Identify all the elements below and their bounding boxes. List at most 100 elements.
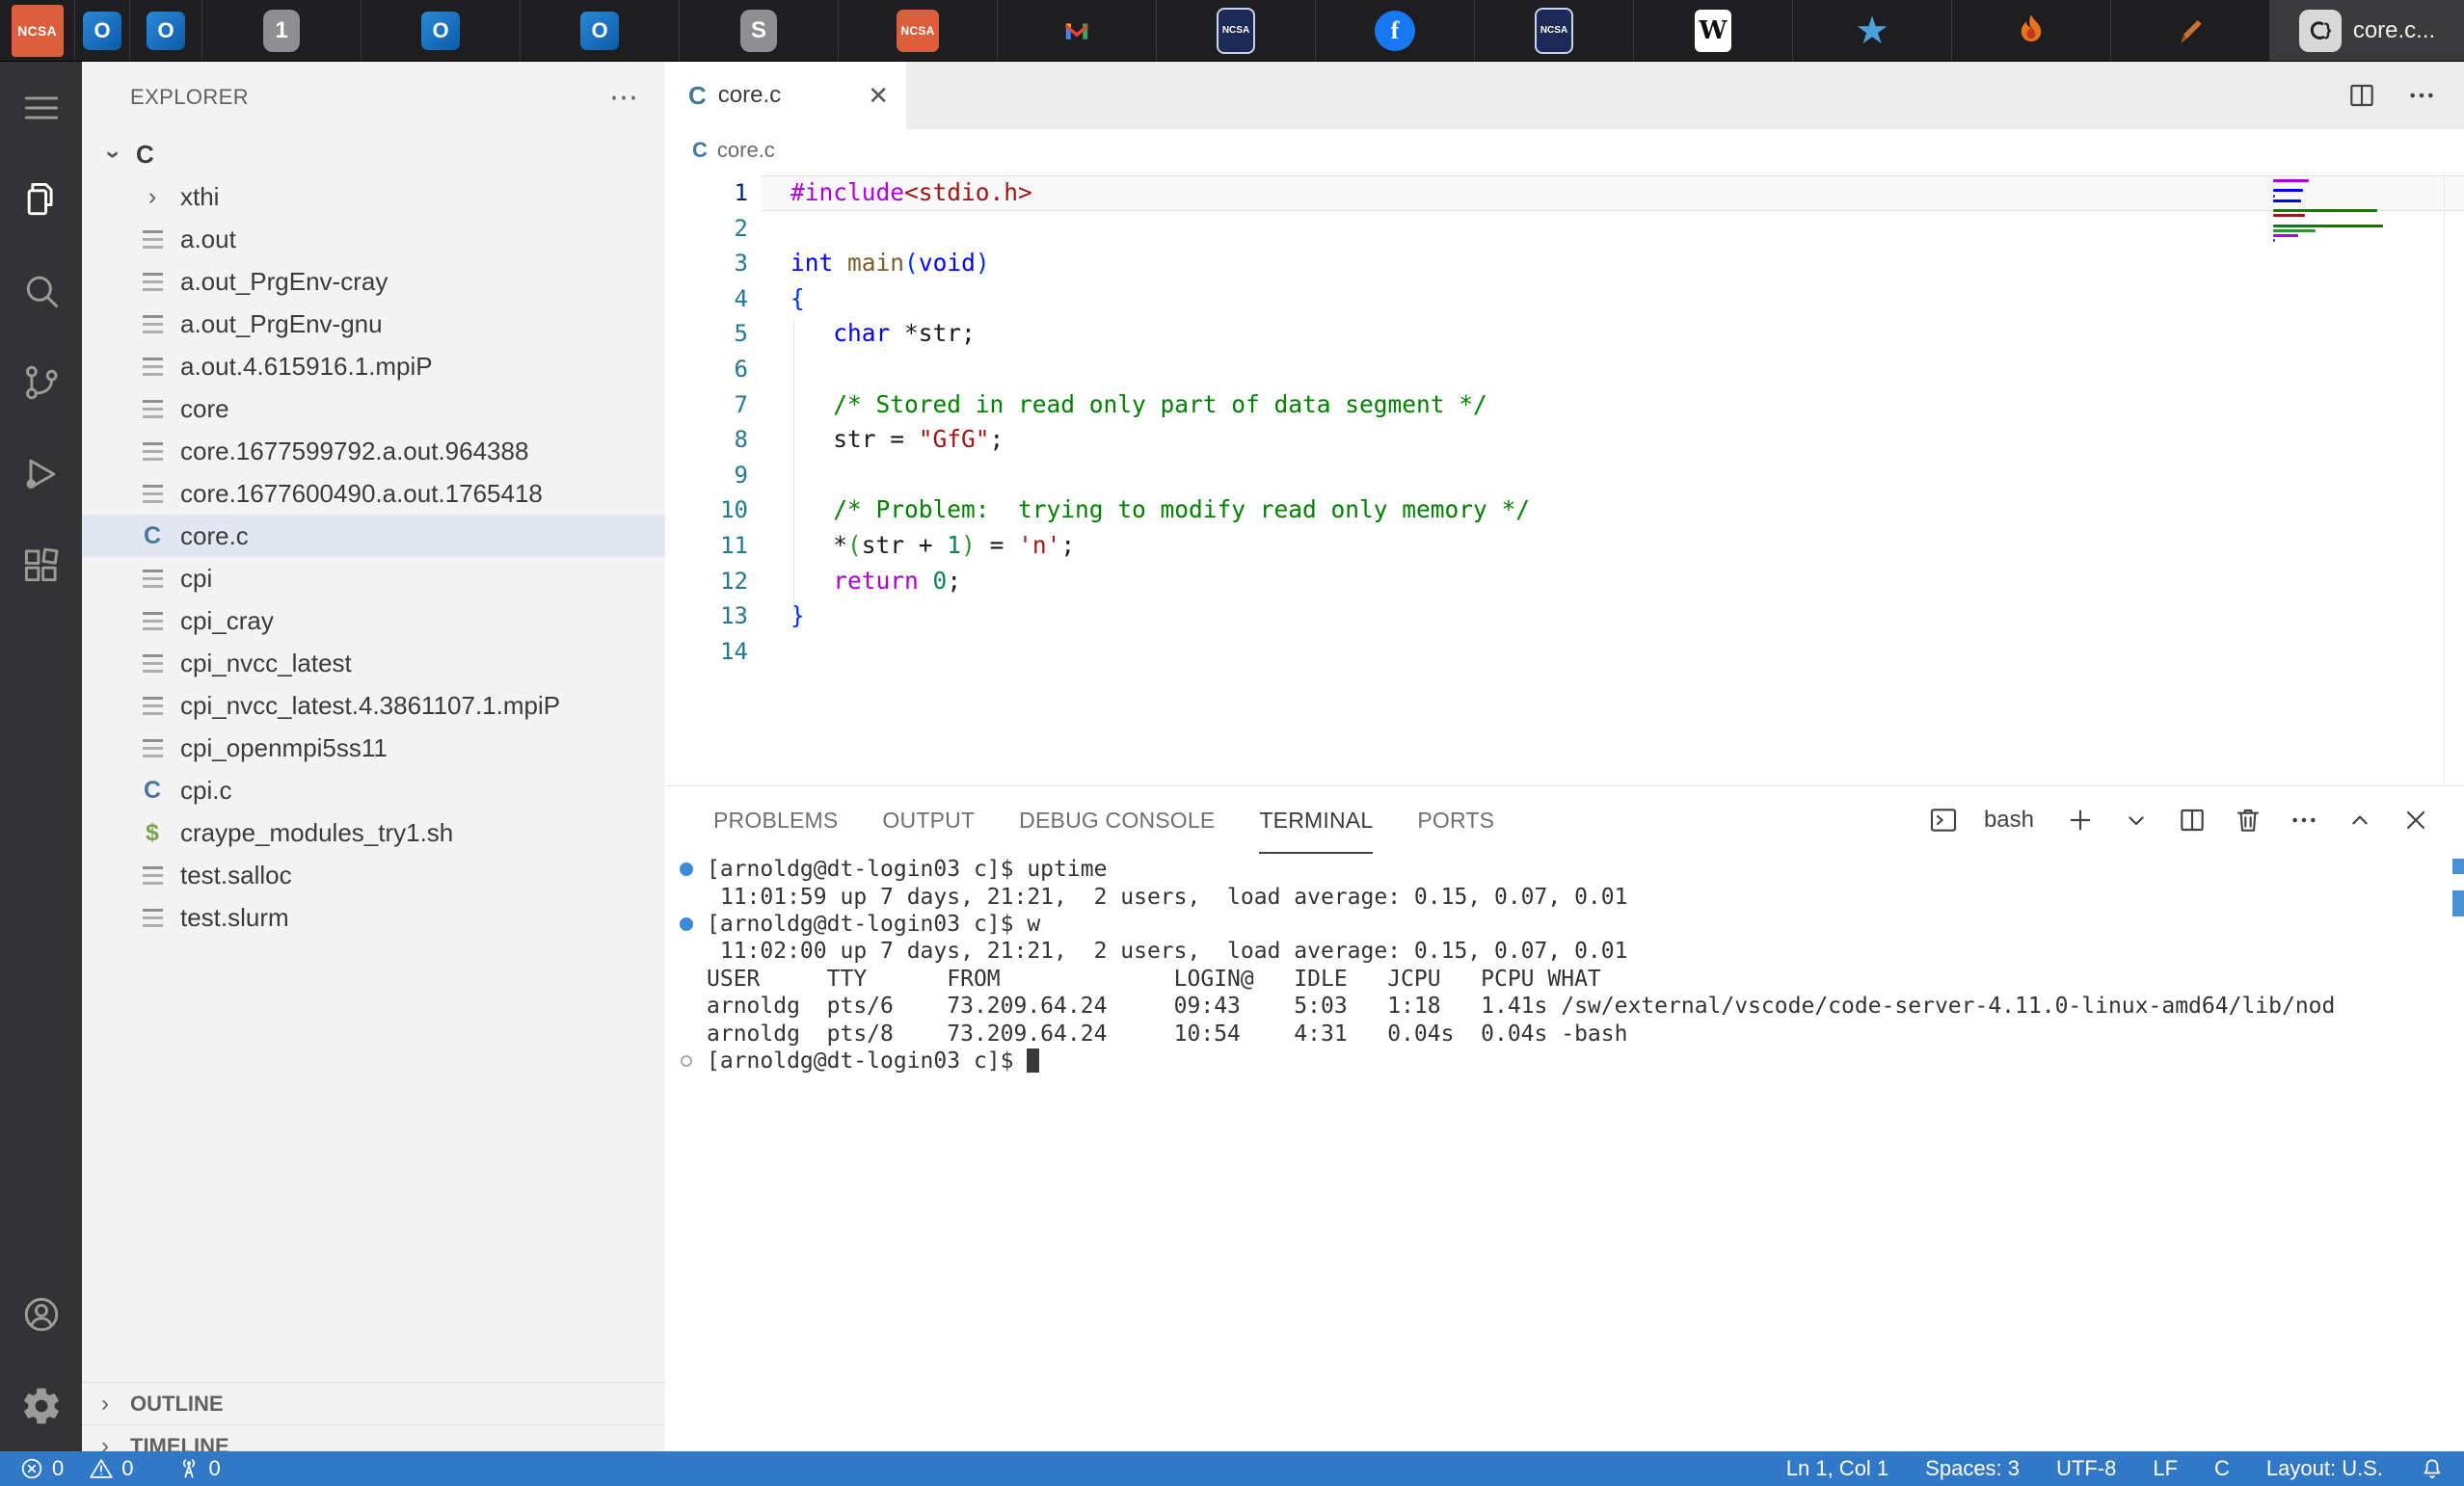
browser-tab-active[interactable]: core.c...: [2270, 0, 2464, 61]
browser-pinned-tab[interactable]: [2111, 0, 2270, 61]
file-item-test.slurm[interactable]: test.slurm: [82, 896, 665, 939]
browser-pinned-tab[interactable]: [1952, 0, 2111, 61]
generic-file-icon: [138, 566, 167, 591]
file-item-cpi[interactable]: cpi: [82, 557, 665, 599]
activity-run-debug-icon[interactable]: [0, 428, 82, 519]
sidebar-section-timeline[interactable]: ›TIMELINE: [82, 1424, 665, 1451]
gmail-favicon: [1057, 15, 1097, 46]
close-icon[interactable]: [2400, 805, 2431, 836]
file-item-craype_modules_try1.sh[interactable]: $craype_modules_try1.sh: [82, 811, 665, 854]
file-item-a.out[interactable]: a.out: [82, 218, 665, 260]
status-spaces-3[interactable]: Spaces: 3: [1925, 1456, 2020, 1481]
browser-pinned-tab[interactable]: W: [1634, 0, 1793, 61]
terminal-line: arnoldg pts/8 73.209.64.24 10:54 4:31 0.…: [665, 1020, 2464, 1047]
sidebar-section-outline[interactable]: ›OUTLINE: [82, 1382, 665, 1424]
status-c[interactable]: C: [2214, 1456, 2230, 1481]
browser-pinned-tab[interactable]: O: [521, 0, 680, 61]
file-item-cpi_openmpi5ss11[interactable]: cpi_openmpi5ss11: [82, 727, 665, 769]
panel-tab-problems[interactable]: PROBLEMS: [713, 786, 838, 854]
browser-pinned-tab[interactable]: 1: [202, 0, 362, 61]
tree-root-folder[interactable]: ›C: [82, 133, 665, 175]
browser-pinned-tab[interactable]: O: [130, 0, 202, 61]
activity-source-control-icon[interactable]: [0, 336, 82, 428]
browser-tab-title: core.c...: [2353, 17, 2435, 44]
close-icon[interactable]: ✕: [868, 81, 889, 111]
browser-pinned-tab[interactable]: NCSA: [1475, 0, 1634, 61]
editor-tab-label: core.c: [718, 82, 781, 109]
file-item-cpi_cray[interactable]: cpi_cray: [82, 599, 665, 642]
editor-tab-core-c[interactable]: C core.c ✕: [665, 62, 906, 129]
browser-pinned-tab[interactable]: O: [75, 0, 130, 61]
browser-pinned-tab[interactable]: ★: [1793, 0, 1952, 61]
panel-tab-debug-console[interactable]: DEBUG CONSOLE: [1019, 786, 1215, 854]
generic-file-icon: [138, 226, 167, 252]
file-item-a.out.4.615916.1.mpiP[interactable]: a.out.4.615916.1.mpiP: [82, 345, 665, 387]
file-item-core.c[interactable]: Ccore.c: [82, 515, 665, 557]
plus-icon[interactable]: [2065, 805, 2096, 836]
file-item-cpi.c[interactable]: Ccpi.c: [82, 769, 665, 811]
trash-icon[interactable]: [2233, 805, 2263, 836]
file-item-cpi_nvcc_latest[interactable]: cpi_nvcc_latest: [82, 642, 665, 684]
terminal[interactable]: [arnoldg@dt-login03 c]$ uptime 11:01:59 …: [665, 856, 2464, 1452]
more-actions-icon[interactable]: [2406, 80, 2437, 111]
activity-settings-gear-icon[interactable]: [0, 1360, 82, 1451]
browser-pinned-tab[interactable]: O: [362, 0, 521, 61]
status-error[interactable]: 0: [19, 1456, 64, 1481]
status-layout-u-s-[interactable]: Layout: U.S.: [2266, 1456, 2383, 1481]
activity-files-icon[interactable]: [0, 153, 82, 245]
file-item-core.1677599792.a.out.964388[interactable]: core.1677599792.a.out.964388: [82, 430, 665, 472]
status-right-group: Ln 1, Col 1 Spaces: 3 UTF-8 LF C Layout: U.S.: [1750, 1456, 2445, 1481]
minimap[interactable]: [2273, 179, 2398, 250]
line-number: 2: [665, 211, 748, 247]
activity-extensions-icon[interactable]: [0, 519, 82, 611]
status-utf-8[interactable]: UTF-8: [2056, 1456, 2116, 1481]
overview-ruler-border: [2444, 172, 2445, 785]
file-item-test.salloc[interactable]: test.salloc: [82, 854, 665, 896]
activity-search-icon[interactable]: [0, 245, 82, 336]
file-item-a.out_PrgEnv-gnu[interactable]: a.out_PrgEnv-gnu: [82, 303, 665, 345]
more-icon[interactable]: [2289, 805, 2319, 836]
code-text: [762, 634, 2464, 670]
activity-menu-icon[interactable]: [0, 62, 82, 153]
chevron-up-icon[interactable]: [2344, 805, 2375, 836]
terminal-text: [arnoldg@dt-login03 c]$ w: [707, 912, 1040, 937]
file-item-cpi_nvcc_latest.4.3861107.1.mpiP[interactable]: cpi_nvcc_latest.4.3861107.1.mpiP: [82, 684, 665, 727]
shell-label[interactable]: bash: [1984, 807, 2034, 834]
browser-pinned-tab[interactable]: NCSA: [839, 0, 998, 61]
split-editor-icon[interactable]: [2346, 80, 2377, 111]
file-item-xthi[interactable]: ›xthi: [82, 175, 665, 218]
browser-pinned-tab[interactable]: NCSA: [0, 0, 75, 61]
file-item-core.1677600490.a.out.1765418[interactable]: core.1677600490.a.out.1765418: [82, 472, 665, 515]
split-panel-icon[interactable]: [2177, 805, 2208, 836]
activity-account-icon[interactable]: [0, 1268, 82, 1360]
browser-pinned-tab[interactable]: NCSA: [1157, 0, 1316, 61]
status-warning[interactable]: 0: [89, 1456, 133, 1481]
file-label: xthi: [180, 182, 219, 212]
breadcrumb[interactable]: C core.c: [665, 129, 2464, 172]
status-ln-1-col-1[interactable]: Ln 1, Col 1: [1786, 1456, 1888, 1481]
minimap-line: [2273, 179, 2309, 182]
panel-tab-ports[interactable]: PORTS: [1417, 786, 1494, 854]
code-editor[interactable]: 1#include<stdio.h>23int main(void)4{5 ch…: [665, 172, 2464, 785]
file-item-a.out_PrgEnv-cray[interactable]: a.out_PrgEnv-cray: [82, 260, 665, 303]
code-text: str = "GfG";: [762, 422, 2464, 458]
panel-tab-terminal[interactable]: TERMINAL: [1259, 786, 1373, 854]
chevron-down-icon[interactable]: [2121, 805, 2152, 836]
terminal-icon[interactable]: [1928, 805, 1959, 836]
panel-tab-output[interactable]: OUTPUT: [882, 786, 975, 854]
code-line: 5 char *str;: [665, 316, 2464, 352]
browser-pinned-tab[interactable]: f: [1316, 0, 1475, 61]
minimap-line: [2273, 229, 2316, 232]
browser-pinned-tab[interactable]: [998, 0, 1157, 61]
status-ports-forwarded[interactable]: 0: [176, 1456, 221, 1481]
line-number: 1: [665, 175, 748, 211]
c-file-icon: C: [692, 138, 708, 163]
browser-pinned-tab[interactable]: S: [680, 0, 839, 61]
generic-file-icon: [138, 481, 167, 506]
file-item-core[interactable]: core: [82, 387, 665, 430]
more-actions-icon[interactable]: ⋯: [609, 81, 638, 115]
code-line: 2: [665, 211, 2464, 247]
status-lf[interactable]: LF: [2153, 1456, 2178, 1481]
status-bell[interactable]: [2420, 1456, 2445, 1481]
generic-file-icon: [138, 438, 167, 464]
